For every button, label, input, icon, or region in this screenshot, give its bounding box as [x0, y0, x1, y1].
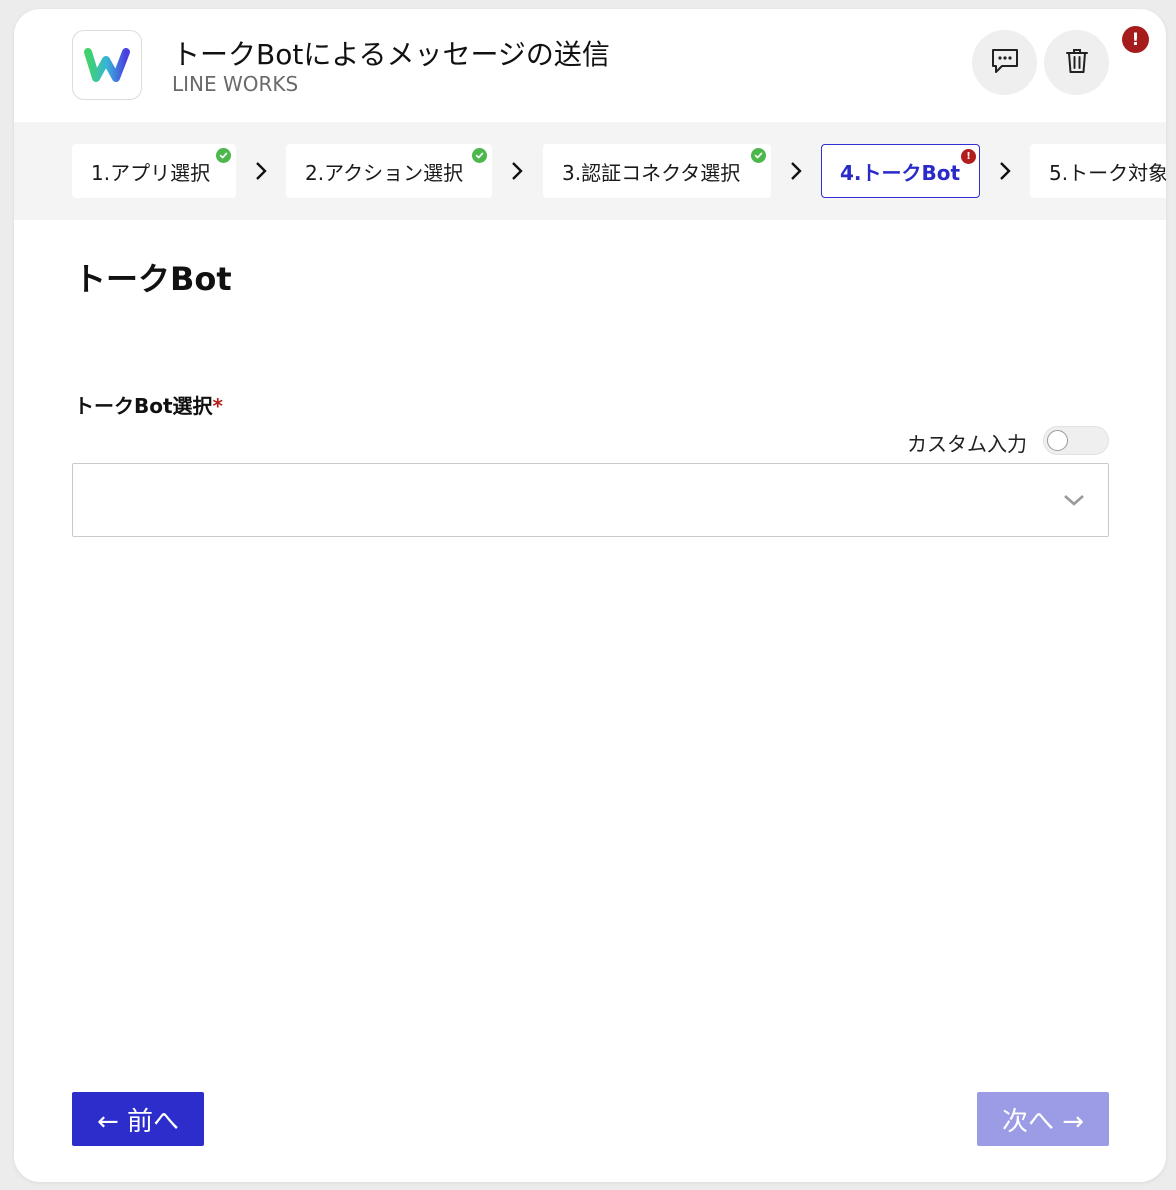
step-5-talk-target[interactable]: 5.トーク対象	[1030, 144, 1166, 198]
step-1-app-select[interactable]: 1.アプリ選択	[72, 144, 236, 198]
step-4-talk-bot[interactable]: 4.トークBot !	[821, 144, 980, 198]
error-icon: !	[961, 149, 976, 164]
chevron-down-icon	[1062, 491, 1086, 509]
chevron-right-icon	[254, 160, 268, 182]
check-icon	[472, 148, 487, 163]
section-title: トークBot	[74, 260, 232, 298]
required-mark: *	[212, 394, 224, 418]
chevron-right-icon	[789, 160, 803, 182]
step-3-connector-select[interactable]: 3.認証コネクタ選択	[543, 144, 771, 198]
alert-badge: !	[1122, 26, 1149, 53]
toggle-knob	[1047, 430, 1068, 451]
stepper: 1.アプリ選択 2.アクション選択 3.認証コネクタ選択 4.トークBot ! …	[14, 122, 1166, 220]
talk-bot-select[interactable]	[72, 463, 1109, 537]
header: トークBotによるメッセージの送信 LINE WORKS !	[14, 9, 1166, 122]
step-2-action-select[interactable]: 2.アクション選択	[286, 144, 492, 198]
comment-icon	[990, 47, 1020, 79]
comment-button[interactable]	[972, 30, 1037, 95]
step-label: 1.アプリ選択	[91, 160, 211, 185]
check-icon	[216, 148, 231, 163]
trash-icon	[1065, 48, 1089, 78]
chevron-right-icon	[998, 160, 1012, 182]
app-card: トークBotによるメッセージの送信 LINE WORKS ! 1.アプリ選択 2…	[14, 9, 1166, 1182]
line-works-logo-icon	[72, 30, 142, 100]
app-name: LINE WORKS	[172, 72, 299, 96]
next-button[interactable]: 次へ →	[977, 1092, 1109, 1146]
custom-input-toggle[interactable]	[1043, 426, 1109, 455]
step-label: 4.トークBot	[840, 160, 961, 185]
page-title: トークBotによるメッセージの送信	[172, 38, 610, 71]
step-label: 3.認証コネクタ選択	[562, 160, 741, 185]
delete-button[interactable]	[1044, 30, 1109, 95]
check-icon	[751, 148, 766, 163]
field-label-text: トークBot選択	[74, 394, 213, 418]
step-label: 5.トーク対象	[1049, 160, 1166, 185]
step-label: 2.アクション選択	[305, 160, 464, 185]
field-label: トークBot選択*	[74, 390, 223, 419]
chevron-right-icon	[510, 160, 524, 182]
custom-input-label: カスタム入力	[907, 432, 1027, 456]
prev-button[interactable]: ← 前へ	[72, 1092, 204, 1146]
